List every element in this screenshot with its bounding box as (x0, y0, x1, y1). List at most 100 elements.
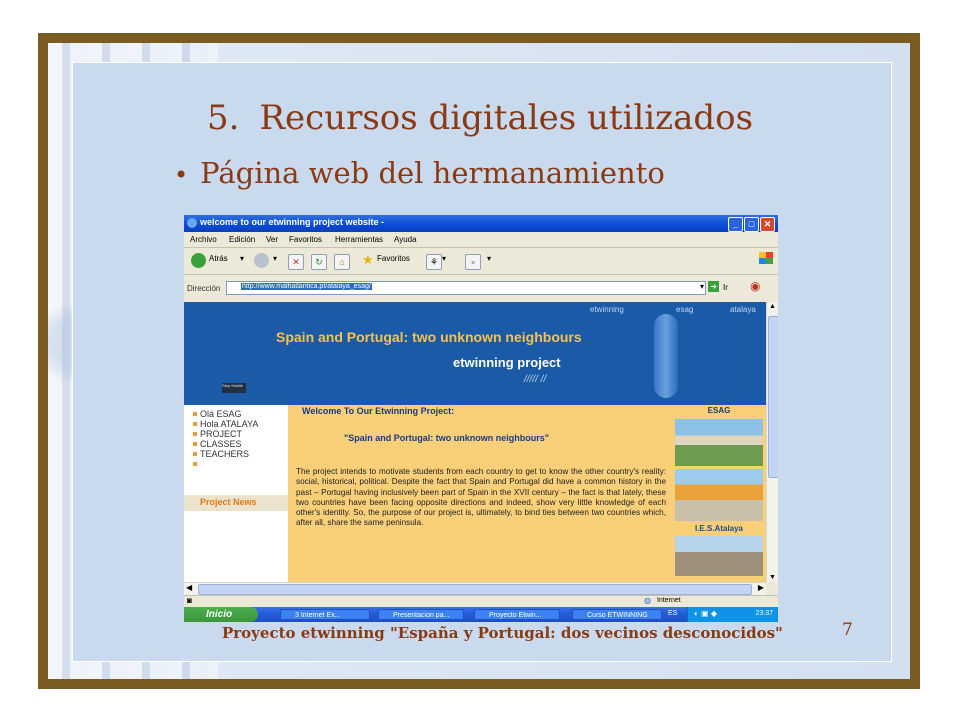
nav-label: TEACHERS (200, 449, 250, 459)
back-arrow-icon[interactable] (191, 253, 206, 268)
site-main-column: Welcome To Our Etwinning Project: "Spain… (288, 405, 672, 582)
site-banner: etwinning esag atalaya Spain and Portuga… (184, 302, 766, 405)
scroll-left-icon[interactable]: ◀ (186, 583, 192, 592)
nav-bullet-icon (193, 422, 197, 426)
task-internet-explorer[interactable]: 3 Internet Ex... (280, 609, 370, 620)
task-curso-etwinning[interactable]: Curso ETWINNING (572, 609, 662, 620)
project-news-bar[interactable]: Project News (184, 495, 288, 511)
scroll-down-icon[interactable]: ▼ (769, 574, 776, 581)
menu-edicion[interactable]: Edición (229, 235, 255, 244)
slide-footer: Proyecto etwinning "España y Portugal: d… (222, 624, 783, 642)
horizontal-scroll-thumb[interactable] (198, 584, 752, 595)
step-mobile-logo: Step Mobile (222, 383, 246, 393)
go-arrow-icon[interactable]: ➜ (708, 281, 719, 292)
minimize-button[interactable]: _ (728, 217, 743, 232)
task-label: 3 Internet Ex... (295, 612, 341, 619)
stop-icon[interactable]: ✕ (288, 254, 304, 270)
project-description: The project intends to motivate students… (296, 467, 666, 528)
menu-archivo[interactable]: Archivo (190, 235, 217, 244)
vertical-scroll-thumb[interactable] (768, 316, 778, 478)
task-label: Curso ETWINNING (587, 612, 648, 619)
taskbar: Inicio 3 Internet Ex... Presentacion pa.… (184, 607, 778, 622)
nav-item-hola-atalaya[interactable]: Hola ATALAYA (193, 419, 259, 429)
address-bar: Dirección http://www.malhatlantica.pt/at… (184, 275, 778, 299)
page-viewport: etwinning esag atalaya Spain and Portuga… (184, 302, 766, 582)
history-icon[interactable]: ⚘ (426, 254, 442, 270)
menu-ayuda[interactable]: Ayuda (394, 235, 417, 244)
home-icon[interactable]: ⌂ (334, 254, 350, 270)
start-button[interactable]: Inicio (184, 607, 258, 622)
slide-title: 5. Recursos digitales utilizados (0, 98, 960, 138)
address-url[interactable]: http://www.malhatlantica.pt/atalaya_esag… (241, 283, 372, 290)
refresh-icon[interactable]: ↻ (311, 254, 327, 270)
project-news-label: Project News (200, 497, 257, 507)
history-dropdown-icon[interactable]: ▾ (442, 254, 446, 263)
address-label: Dirección (187, 284, 221, 293)
slide-title-number: 5. (206, 98, 240, 138)
horizontal-scrollbar[interactable]: ◀ ▶ (184, 582, 766, 595)
menu-ver[interactable]: Ver (266, 235, 278, 244)
task-label: Proyecto Etwin... (489, 612, 542, 619)
banner-subtitle: etwinning project (453, 355, 561, 370)
slide-title-text: Recursos digitales utilizados (259, 98, 754, 138)
maximize-button[interactable]: □ (744, 217, 759, 232)
welcome-heading: Welcome To Our Etwinning Project: (302, 406, 455, 416)
nav-bullet-icon (193, 452, 197, 456)
task-proyecto[interactable]: Proyecto Etwin... (474, 609, 560, 620)
back-dropdown-icon[interactable]: ▾ (240, 254, 244, 263)
nav-item-ola-esag[interactable]: Olá ESAG (193, 409, 242, 419)
links-icon[interactable]: ◉ (750, 279, 760, 293)
forward-dropdown-icon[interactable]: ▾ (273, 254, 277, 263)
slide-bullet: • Página web del hermanamiento (174, 156, 665, 190)
nav-bullet-icon (193, 442, 197, 446)
site-right-column: ESAG I.E.S.Atalaya (672, 405, 766, 582)
top-link-etwinning[interactable]: etwinning (590, 305, 624, 314)
start-label: Inicio (206, 609, 233, 620)
system-tray: ES ◐ ▣ ◆ 23:37 (668, 607, 778, 622)
mail-dropdown-icon[interactable]: ▾ (487, 254, 491, 263)
clock: 23:37 (755, 610, 773, 617)
window-titlebar[interactable]: welcome to our etwinning project website… (184, 215, 778, 232)
school-photo-esag-1 (675, 419, 763, 466)
favorites-button-label[interactable]: Favoritos (377, 254, 410, 263)
top-link-atalaya[interactable]: atalaya (730, 305, 756, 314)
slide-number: 7 (842, 620, 853, 640)
favorites-star-icon[interactable]: ★ (362, 252, 374, 268)
go-button-label[interactable]: Ir (723, 283, 728, 292)
school-photo-atalaya (675, 536, 763, 576)
nav-bullet-icon (193, 412, 197, 416)
nav-label: Olá ESAG (200, 409, 242, 419)
window-title: welcome to our etwinning project website… (200, 217, 385, 227)
banner-glass-decoration (654, 314, 678, 398)
banner-title: Spain and Portugal: two unknown neighbou… (276, 329, 582, 345)
scroll-right-icon[interactable]: ▶ (758, 583, 764, 592)
nav-label: CLASSES (200, 439, 242, 449)
browser-screenshot: welcome to our etwinning project website… (184, 215, 778, 622)
scroll-up-icon[interactable]: ▲ (769, 303, 776, 310)
menu-favoritos[interactable]: Favoritos (289, 235, 322, 244)
ie-icon (187, 218, 197, 228)
slide-bullet-text: Página web del hermanamiento (200, 156, 665, 190)
nav-bullet-icon (193, 462, 197, 466)
forward-arrow-icon[interactable] (254, 253, 269, 268)
tray-icons[interactable]: ◐ ▣ ◆ (694, 609, 717, 618)
nav-item-teachers[interactable]: TEACHERS (193, 449, 250, 459)
address-dropdown-icon[interactable]: ▾ (700, 282, 704, 291)
nav-item-project[interactable]: PROJECT (193, 429, 242, 439)
mail-icon[interactable]: ▫ (465, 254, 481, 270)
toolbar: Atrás ▾ ▾ ✕ ↻ ⌂ ★ Favoritos ⚘ ▾ ▫ ▾ (184, 248, 778, 275)
language-indicator[interactable]: ES (668, 610, 677, 617)
vertical-scrollbar[interactable]: ▲ ▼ (766, 302, 778, 582)
page-status-icon: ◙ (187, 596, 192, 605)
nav-label: Hola ATALAYA (200, 419, 259, 429)
logo-text: Step Mobile (222, 383, 244, 388)
top-link-esag[interactable]: esag (676, 305, 693, 314)
back-button-label[interactable]: Atrás (209, 254, 228, 263)
address-input[interactable]: http://www.malhatlantica.pt/atalaya_esag… (226, 281, 706, 295)
nav-item-classes[interactable]: CLASSES (193, 439, 242, 449)
task-presentacion[interactable]: Presentacion pa... (378, 609, 464, 620)
menu-herramientas[interactable]: Herramientas (335, 235, 383, 244)
status-zone: Internet (657, 597, 681, 604)
school-photo-esag-2 (675, 469, 763, 521)
close-button[interactable]: ✕ (760, 217, 775, 232)
